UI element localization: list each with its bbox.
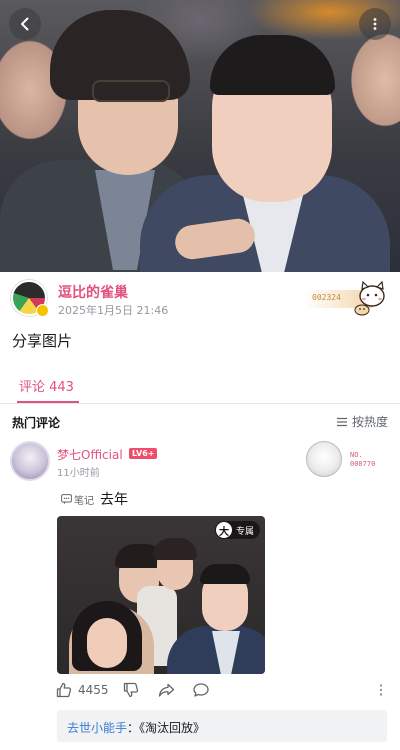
post-text: 分享图片: [12, 332, 73, 350]
sort-label: 按热度: [351, 415, 388, 429]
comment-time: 11小时前: [57, 468, 100, 479]
person-left-glasses: [92, 80, 170, 102]
comment-more-button[interactable]: [376, 682, 386, 698]
image-man-hair: [200, 564, 250, 584]
commenter-avatar[interactable]: [10, 441, 50, 481]
verified-badge-icon: [36, 304, 49, 317]
thumbs-down-icon: [123, 682, 139, 698]
decoration-number: NO. 000770: [350, 451, 376, 468]
tab-comments[interactable]: 评论 443: [19, 376, 74, 395]
chevron-left-icon: [21, 17, 29, 31]
note-tag-label: 笔记: [74, 495, 94, 507]
comment-content: 笔记 去年: [61, 489, 128, 509]
reply-button[interactable]: [193, 682, 209, 698]
sort-list-icon: [336, 417, 347, 426]
decoration-avatar-icon: [306, 441, 342, 477]
post-image[interactable]: [0, 0, 400, 272]
level-badge: LV6+: [129, 448, 158, 459]
image-woman-face: [87, 618, 127, 668]
reply-colon: ：: [127, 721, 140, 735]
comment-decoration: NO. 000770: [306, 441, 384, 479]
author-row: 逗比的雀巢 2025年1月5日 21:46 002324: [0, 272, 400, 320]
like-count: 4455: [78, 683, 109, 697]
comment-bubble-icon: [193, 683, 209, 697]
dislike-button[interactable]: [123, 682, 139, 698]
more-button[interactable]: [359, 8, 391, 40]
tab-active-indicator: [17, 401, 79, 403]
like-button[interactable]: 4455: [56, 682, 109, 698]
tab-bar: 评论 443: [0, 368, 400, 404]
exclusive-label: 专属: [235, 526, 254, 537]
more-vertical-icon: [373, 18, 377, 30]
exclusive-badge-char: 大: [215, 522, 232, 538]
share-arrow-icon: [158, 683, 175, 697]
post-time: 2025年1月5日 21:46: [58, 304, 169, 317]
share-button[interactable]: [158, 682, 175, 698]
cat-mascot-icon: [354, 280, 385, 316]
reply-username[interactable]: 去世小能手: [67, 721, 127, 735]
comment-actions: 4455: [56, 682, 391, 702]
sort-button[interactable]: 按热度: [336, 413, 388, 430]
reply-preview[interactable]: 去世小能手：《淘汰回放》: [57, 710, 387, 742]
commenter-name[interactable]: 梦七Official: [57, 446, 123, 463]
author-name[interactable]: 逗比的雀巢: [58, 282, 128, 302]
note-tag[interactable]: 笔记: [61, 492, 94, 507]
comment-text: 去年: [100, 492, 128, 508]
thumbs-up-icon: [56, 682, 72, 698]
fan-badge-number: 002324: [312, 293, 341, 302]
fan-badge[interactable]: 002324: [304, 280, 388, 316]
hot-comments-title: 热门评论: [12, 416, 61, 430]
reply-text: 《淘汰回放》: [139, 721, 206, 735]
comment-image[interactable]: 大 专属: [57, 516, 265, 674]
note-icon: [61, 494, 72, 504]
more-vertical-icon: [379, 684, 383, 696]
image-person-hair: [153, 538, 197, 560]
back-button[interactable]: [9, 8, 41, 40]
exclusive-badge: 大 专属: [214, 521, 260, 539]
